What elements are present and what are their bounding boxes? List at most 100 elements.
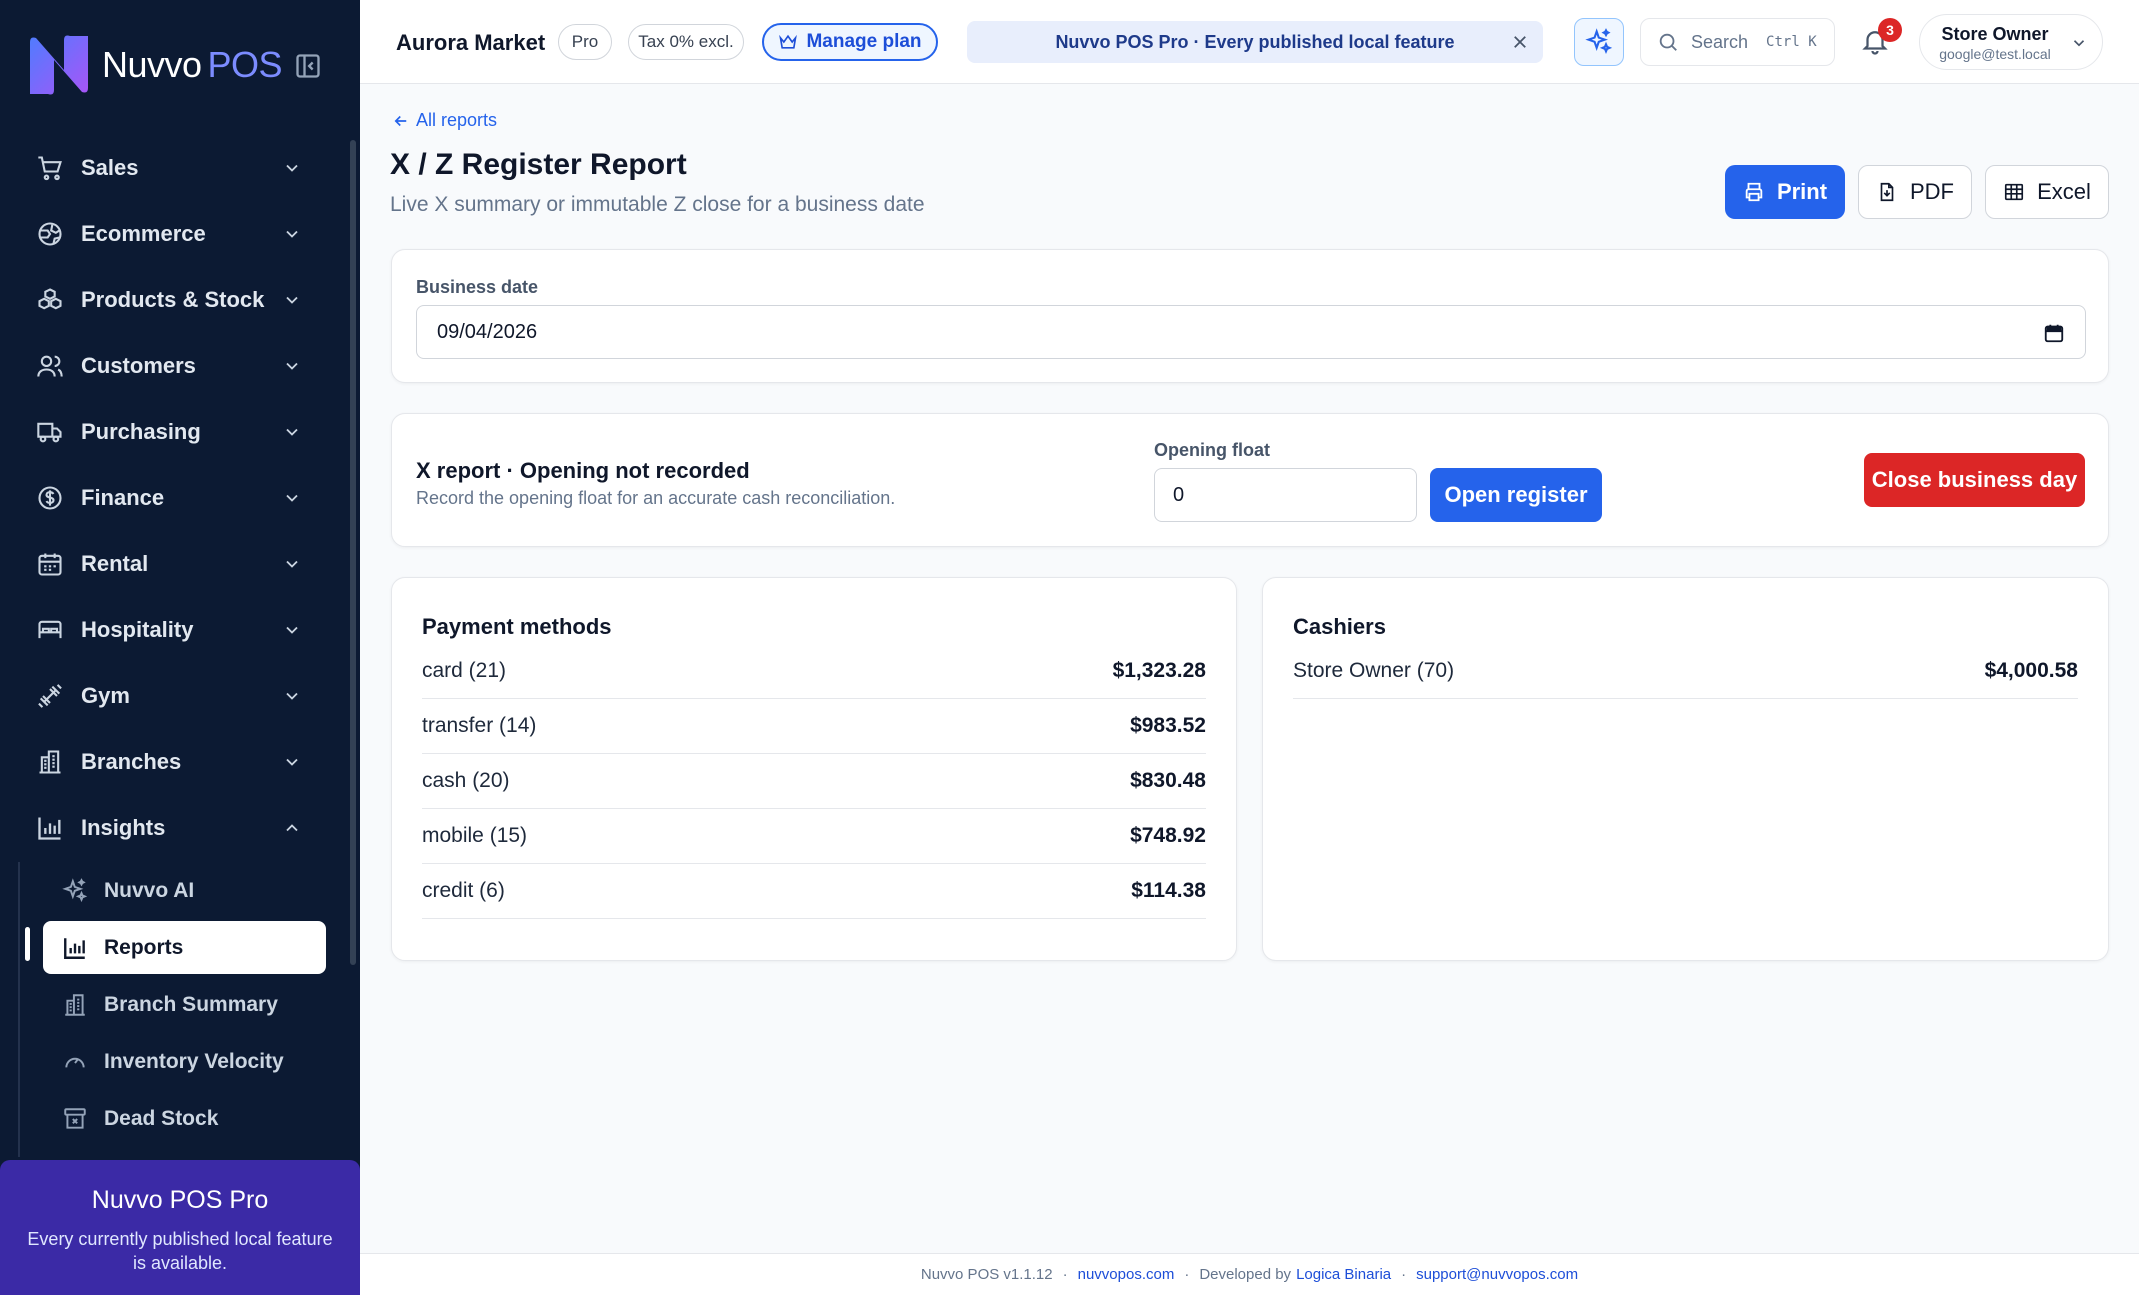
collapse-sidebar-icon[interactable] xyxy=(294,52,322,80)
business-date-label: Business date xyxy=(416,277,539,297)
user-email: google@test.local xyxy=(1939,46,2051,62)
nav-item-ecommerce[interactable]: Ecommerce xyxy=(0,201,346,267)
nav-label: Finance xyxy=(81,485,165,510)
pdf-button[interactable]: PDF xyxy=(1858,165,1972,219)
sidebar-scrollbar[interactable] xyxy=(350,140,356,965)
chevron-down-icon xyxy=(286,230,298,238)
page-title: X / Z Register Report xyxy=(390,148,687,181)
close-business-day-button[interactable]: Close business day xyxy=(1864,453,2085,507)
chevron-down-icon xyxy=(2073,40,2085,47)
business-date-input[interactable]: 09/04/2026 xyxy=(416,305,2086,359)
nav-item-gym[interactable]: Gym xyxy=(0,663,346,729)
nav-label: Reports xyxy=(104,935,184,959)
nav-label: Branch Summary xyxy=(104,992,278,1016)
search-input[interactable]: Search Ctrl K xyxy=(1640,18,1835,66)
chevron-down-icon xyxy=(286,428,298,436)
chevron-down-icon xyxy=(286,494,298,502)
cashiers-title: Cashiers xyxy=(1293,614,1386,639)
all-reports-link[interactable]: All reports xyxy=(392,110,497,131)
opening-float-input[interactable]: 0 xyxy=(1154,468,1417,522)
print-button[interactable]: Print xyxy=(1725,165,1845,219)
nuvvo-logo-icon xyxy=(30,35,88,95)
footer-dev-prefix: Developed by xyxy=(1199,1266,1292,1283)
search-icon xyxy=(1659,33,1677,51)
footer-dev-link[interactable]: Logica Binaria xyxy=(1296,1266,1391,1283)
nav-item-dead-stock[interactable]: Dead Stock xyxy=(0,1090,346,1147)
nav-item-purchasing[interactable]: Purchasing xyxy=(0,399,346,465)
calendar-icon xyxy=(38,553,62,576)
nav-item-hospitality[interactable]: Hospitality xyxy=(0,597,346,663)
chevron-down-icon xyxy=(286,164,298,172)
nav-item-nuvvo-ai[interactable]: Nuvvo AI xyxy=(0,862,346,919)
plan-badge: Pro xyxy=(558,24,612,60)
nav-item-finance[interactable]: Finance xyxy=(0,465,346,531)
excel-button[interactable]: Excel xyxy=(1985,165,2109,219)
nav-item-branches[interactable]: Branches xyxy=(0,729,346,795)
nav-label: Rental xyxy=(81,551,149,576)
nav-label: Customers xyxy=(81,353,196,378)
nav-label: Nuvvo AI xyxy=(104,878,195,902)
footer-separator: · xyxy=(1184,1266,1190,1283)
payment-method-amount: $748.92 xyxy=(1130,824,1206,847)
user-menu[interactable]: Store Owner google@test.local xyxy=(1919,14,2103,70)
promo-text: Every currently published local feature … xyxy=(27,1229,333,1273)
building-icon xyxy=(39,750,61,774)
payment-method-label: transfer (14) xyxy=(422,714,537,737)
sparkles-icon xyxy=(1585,28,1613,54)
store-name[interactable]: Aurora Market xyxy=(396,30,545,56)
back-label: All reports xyxy=(416,110,498,130)
close-icon[interactable] xyxy=(1511,33,1529,51)
arrow-left-icon xyxy=(394,115,407,126)
dumbbell-icon xyxy=(38,684,62,708)
footer-site-link[interactable]: nuvvopos.com xyxy=(1078,1266,1175,1283)
nav-label: Gym xyxy=(81,683,130,708)
nav-item-sales[interactable]: Sales xyxy=(0,135,346,201)
nav-item-reports[interactable]: Reports xyxy=(43,921,326,974)
ai-assistant-button[interactable] xyxy=(1574,18,1624,66)
crown-icon xyxy=(779,34,798,49)
opening-float-value: 0 xyxy=(1173,483,1185,506)
footer-version: Nuvvo POS v1.1.12 xyxy=(920,1266,1053,1283)
footer-support-link[interactable]: support@nuvvopos.com xyxy=(1416,1266,1578,1283)
nav-item-rental[interactable]: Rental xyxy=(0,531,346,597)
nav-item-products-stock[interactable]: Products & Stock xyxy=(0,267,346,333)
nav-item-customers[interactable]: Customers xyxy=(0,333,346,399)
brand[interactable]: Nuvvo POS xyxy=(26,30,283,100)
bar-chart-icon xyxy=(38,817,61,840)
user-name: Store Owner xyxy=(1941,24,2049,44)
opening-float-label: Opening float xyxy=(1154,440,1270,460)
manage-plan-button[interactable]: Manage plan xyxy=(762,23,938,61)
business-date-value: 09/04/2026 xyxy=(437,320,538,343)
insights-subnav: Nuvvo AI Reports Branch Summary Inventor… xyxy=(0,862,346,1157)
payment-method-label: card (21) xyxy=(422,659,507,682)
payment-method-amount: $1,323.28 xyxy=(1112,659,1206,682)
manage-plan-label: Manage plan xyxy=(806,31,922,52)
footer: Nuvvo POS v1.1.12 · nuvvopos.com · Devel… xyxy=(360,1253,2139,1295)
nav-item-branch-summary[interactable]: Branch Summary xyxy=(0,976,346,1033)
nav-label: Insights xyxy=(81,815,166,840)
table-row: transfer (14) $983.52 xyxy=(422,699,1206,754)
table-row: credit (6) $114.38 xyxy=(422,864,1206,919)
nav-label: Ecommerce xyxy=(81,221,206,246)
search-shortcut: Ctrl K xyxy=(1766,34,1817,50)
users-icon xyxy=(37,355,63,377)
payment-method-amount: $830.48 xyxy=(1130,769,1206,792)
open-register-button[interactable]: Open register xyxy=(1430,468,1602,522)
brand-name: Nuvvo POS xyxy=(102,44,283,85)
chevron-down-icon xyxy=(286,362,298,370)
active-indicator xyxy=(25,927,30,961)
chevron-down-icon xyxy=(286,560,298,568)
tax-badge: Tax 0% excl. xyxy=(628,24,744,60)
nav-label: Dead Stock xyxy=(104,1106,219,1130)
business-date-card: Business date 09/04/2026 xyxy=(391,249,2109,383)
table-row: Store Owner (70) $4,000.58 xyxy=(1293,644,2078,699)
globe-icon xyxy=(38,222,62,246)
cashiers-list: Store Owner (70) $4,000.58 xyxy=(1293,644,2078,699)
nav-label: Products & Stock xyxy=(81,287,265,312)
payment-method-amount: $114.38 xyxy=(1131,879,1206,902)
nav-item-inventory-velocity[interactable]: Inventory Velocity xyxy=(0,1033,346,1090)
archive-x-icon xyxy=(64,1107,86,1129)
banner-text: Nuvvo POS Pro · Every published local fe… xyxy=(1055,31,1455,52)
nav-item-insights[interactable]: Insights xyxy=(0,795,346,861)
calendar-icon[interactable] xyxy=(2043,322,2065,344)
